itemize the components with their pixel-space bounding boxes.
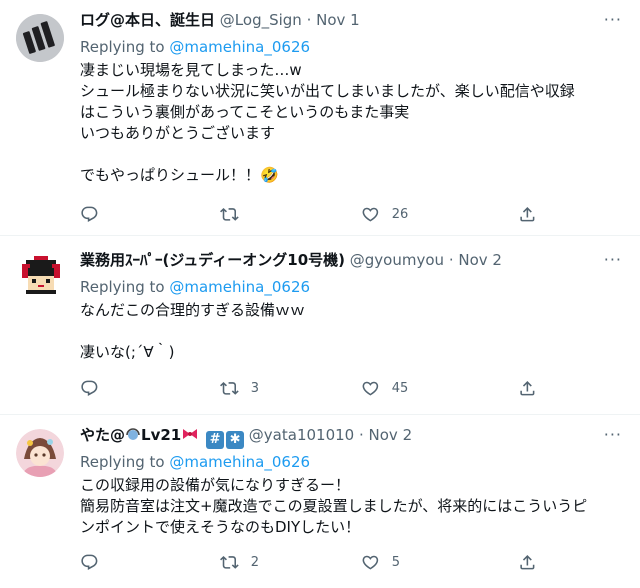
tweet-header: ログ@本日、誕生日 @Log_Sign · Nov 1 bbox=[80, 10, 360, 30]
share-icon bbox=[518, 379, 537, 398]
share-icon bbox=[518, 205, 537, 224]
tweet-header: やた@ Lv21 # ✱ @yata101010 · Nov 2 bbox=[80, 425, 412, 449]
mention-link[interactable]: @mamehina_0626 bbox=[169, 278, 310, 296]
reply-button[interactable] bbox=[80, 203, 111, 225]
avatar[interactable] bbox=[16, 254, 66, 302]
display-name[interactable]: ログ@本日、誕生日 bbox=[80, 11, 215, 29]
tweet-3[interactable]: やた@ Lv21 # ✱ @yata101010 · Nov 2 ··· Reply… bbox=[0, 415, 640, 588]
retweet-count: 2 bbox=[250, 554, 260, 570]
avatar-character-icon bbox=[16, 429, 64, 477]
more-icon[interactable]: ··· bbox=[604, 250, 622, 270]
tweet-line: ンポイントで使えそうなのもDIYしたい！ bbox=[80, 518, 361, 536]
tweet-header: 業務用ｽｰﾊﾟｰ(ジュディーオング10号機) @gyoumyou · Nov 2 bbox=[80, 250, 502, 270]
retweet-count: 3 bbox=[250, 380, 260, 396]
timestamp[interactable]: · Nov 2 bbox=[359, 426, 412, 444]
avatar[interactable] bbox=[16, 429, 64, 477]
tweet-line: シュール極まりない状況に笑いが出てしまいましたが、楽しい配信や収録 bbox=[80, 82, 575, 100]
tweet-line: 凄まじい現場を見てしまった…w bbox=[80, 61, 302, 79]
handle[interactable]: @Log_Sign bbox=[220, 11, 302, 29]
retweet-icon bbox=[220, 205, 239, 224]
tweet-text: なんだこの合理的すぎる設備ｗｗ 凄いな(;´∀｀) bbox=[80, 300, 628, 363]
retweet-button[interactable]: 2 bbox=[220, 551, 259, 573]
like-button[interactable]: 45 bbox=[361, 377, 408, 399]
tweet-actions: 26 bbox=[80, 203, 550, 225]
more-icon[interactable]: ··· bbox=[604, 10, 622, 30]
tweet-text: 凄まじい現場を見てしまった…w シュール極まりない状況に笑いが出てしまいましたが… bbox=[80, 60, 628, 186]
avatar[interactable] bbox=[16, 14, 64, 62]
display-name-suffix[interactable]: Lv21 bbox=[141, 426, 181, 444]
replying-to: Replying to @mamehina_0626 bbox=[80, 277, 310, 297]
tweet-line: いつもありがとうございます bbox=[80, 124, 276, 142]
like-button[interactable]: 5 bbox=[361, 551, 400, 573]
share-icon bbox=[518, 553, 537, 572]
tweet-text: この収録用の設備が気になりすぎるー！ 簡易防音室は注文+魔改造でこの夏設置しまし… bbox=[80, 475, 628, 538]
asterisk-badge: ✱ bbox=[226, 431, 245, 449]
tweet-line: なんだこの合理的すぎる設備ｗｗ bbox=[80, 301, 306, 319]
display-name[interactable]: 業務用ｽｰﾊﾟｰ(ジュディーオング10号機) bbox=[80, 251, 345, 269]
mention-link[interactable]: @mamehina_0626 bbox=[169, 38, 310, 56]
like-count: 26 bbox=[391, 206, 409, 222]
like-icon bbox=[361, 379, 380, 398]
ribbon-emoji-icon bbox=[183, 429, 198, 439]
tweet-line bbox=[80, 144, 628, 165]
retweet-icon bbox=[220, 553, 239, 572]
handle[interactable]: @gyoumyou bbox=[350, 251, 444, 269]
like-button[interactable]: 26 bbox=[361, 203, 408, 225]
like-icon bbox=[361, 205, 380, 224]
like-count: 5 bbox=[391, 554, 401, 570]
reply-icon bbox=[80, 379, 99, 398]
more-icon[interactable]: ··· bbox=[604, 425, 622, 445]
reply-button[interactable] bbox=[80, 377, 111, 399]
share-button[interactable] bbox=[518, 203, 537, 225]
share-button[interactable] bbox=[518, 377, 537, 399]
retweet-icon bbox=[220, 379, 239, 398]
tweet-line: はこういう裏側があってこそというのもまた事実 bbox=[80, 103, 410, 121]
mention-link[interactable]: @mamehina_0626 bbox=[169, 453, 310, 471]
tweet-line: でもやっぱりシュール！！🤣 bbox=[80, 166, 279, 184]
tweet-1[interactable]: ログ@本日、誕生日 @Log_Sign · Nov 1 ··· Replying… bbox=[0, 0, 640, 236]
replying-label: Replying to bbox=[80, 38, 165, 56]
tweet-line: 凄いな(;´∀｀) bbox=[80, 343, 175, 361]
replying-to: Replying to @mamehina_0626 bbox=[80, 37, 310, 57]
like-count: 45 bbox=[391, 380, 409, 396]
tweet-2[interactable]: 業務用ｽｰﾊﾟｰ(ジュディーオング10号機) @gyoumyou · Nov 2… bbox=[0, 240, 640, 415]
headphones-emoji-icon bbox=[126, 428, 140, 440]
timestamp[interactable]: · Nov 2 bbox=[449, 251, 502, 269]
pixel-character-icon bbox=[22, 256, 60, 294]
replying-to: Replying to @mamehina_0626 bbox=[80, 452, 310, 472]
retweet-button[interactable] bbox=[220, 203, 251, 225]
like-icon bbox=[361, 553, 380, 572]
reply-icon bbox=[80, 205, 99, 224]
reply-icon bbox=[80, 553, 99, 572]
display-name[interactable]: やた@ bbox=[80, 426, 125, 444]
retweet-button[interactable]: 3 bbox=[220, 377, 259, 399]
tweet-line: 簡易防音室は注文+魔改造でこの夏設置しましたが、将来的にはこういうピ bbox=[80, 497, 588, 515]
tweet-line: この収録用の設備が気になりすぎるー！ bbox=[80, 476, 351, 494]
tweet-actions: 3 45 bbox=[80, 377, 550, 399]
replying-label: Replying to bbox=[80, 453, 165, 471]
timestamp[interactable]: · Nov 1 bbox=[307, 11, 360, 29]
avatar-logo-icon bbox=[16, 14, 64, 62]
tweet-actions: 2 5 bbox=[80, 551, 550, 573]
handle[interactable]: @yata101010 bbox=[249, 426, 354, 444]
share-button[interactable] bbox=[518, 551, 537, 573]
reply-button[interactable] bbox=[80, 551, 111, 573]
tweet-line bbox=[80, 321, 628, 342]
hash-badge: # bbox=[206, 431, 225, 449]
replying-label: Replying to bbox=[80, 278, 165, 296]
